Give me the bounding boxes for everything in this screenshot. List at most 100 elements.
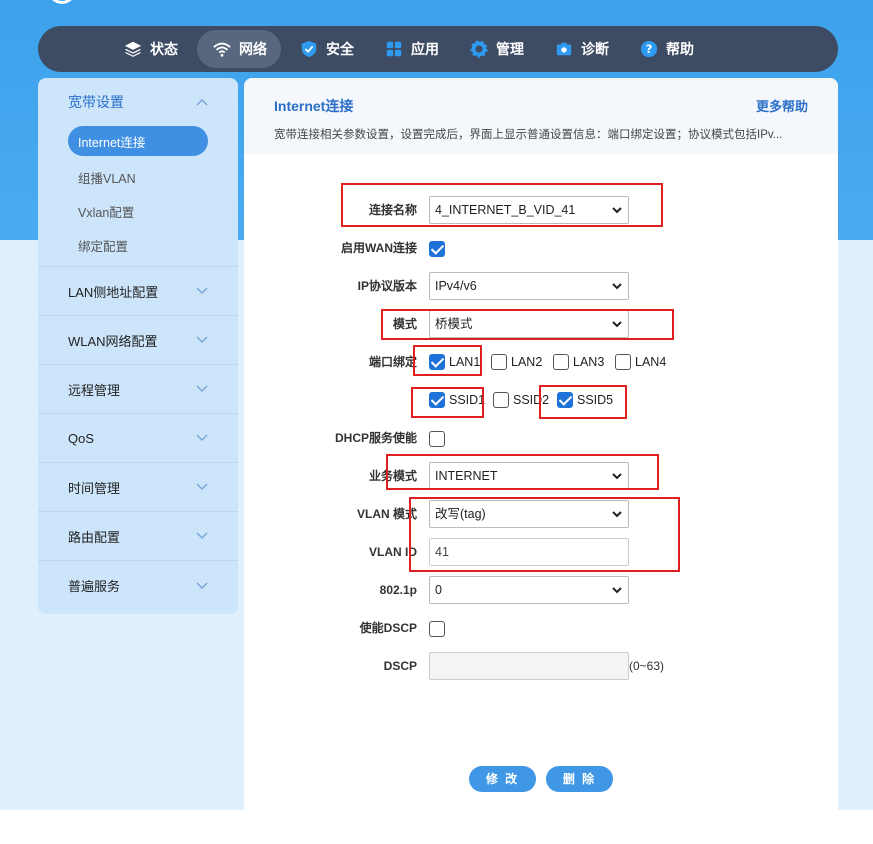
lan3-label: LAN3 xyxy=(573,355,605,369)
port-lan4[interactable]: LAN4 xyxy=(615,354,666,370)
sidebar-item-remote[interactable]: 远程管理 xyxy=(38,365,238,414)
nav-security[interactable]: 安全 xyxy=(288,30,366,68)
sidebar-item-wlan[interactable]: WLAN网络配置 xyxy=(38,316,238,365)
vlan-id-label: VLAN ID xyxy=(369,545,417,559)
port-lan3[interactable]: LAN3 xyxy=(553,354,604,370)
wan-enable-label: 启用WAN连接 xyxy=(341,241,417,255)
modify-button[interactable]: 修 改 xyxy=(469,766,536,792)
mode-label: 模式 xyxy=(392,317,417,331)
lan1-label: LAN1 xyxy=(449,355,481,369)
nav-network[interactable]: 网络 xyxy=(197,30,281,68)
sidebar-item-label: LAN侧地址配置 xyxy=(68,284,159,300)
nav-diagnose-label: 诊断 xyxy=(581,41,609,57)
sidebar-item-label: 时间管理 xyxy=(68,480,121,496)
service-mode-label: 业务模式 xyxy=(368,469,417,483)
lan2-checkbox[interactable] xyxy=(491,354,507,370)
chevron-down-icon xyxy=(196,287,208,295)
chevron-down-icon xyxy=(612,321,622,328)
port-ssid2[interactable]: SSID2 xyxy=(493,392,549,408)
vlan-mode-select[interactable]: 改写(tag) xyxy=(429,500,629,528)
conn-name-select[interactable]: 4_INTERNET_B_VID_41 xyxy=(429,196,629,224)
vlan-mode-value: 改写(tag) xyxy=(435,507,486,521)
p8021-label: 802.1p xyxy=(379,583,417,597)
sidebar-item-universal-service[interactable]: 普遍服务 xyxy=(38,561,238,610)
mode-value: 桥模式 xyxy=(435,317,473,331)
nav-apps-label: 应用 xyxy=(411,41,439,57)
sidebar-group-broadband: 宽带设置 Internet连接 组播VLAN Vxlan配置 绑定配置 xyxy=(38,78,238,267)
question-icon: ? xyxy=(640,40,658,58)
port-ssid1[interactable]: SSID1 xyxy=(429,392,485,408)
port-lan2[interactable]: LAN2 xyxy=(491,354,542,370)
sidebar-item-multicast-vlan[interactable]: 组播VLAN xyxy=(38,160,238,194)
ip-version-label: IP协议版本 xyxy=(357,279,417,293)
sidebar-group-broadband-header[interactable]: 宽带设置 xyxy=(38,78,238,126)
page-title: Internet连接 xyxy=(274,98,354,114)
vlan-id-input[interactable]: 41 xyxy=(429,538,629,566)
form-row-dscp: DSCP (0~63) xyxy=(244,651,838,681)
delete-button[interactable]: 删 除 xyxy=(546,766,613,792)
form-row-8021p: 802.1p 0 xyxy=(244,575,838,605)
dscp-label: DSCP xyxy=(383,659,417,673)
form-row-vlan-mode: VLAN 模式 改写(tag) xyxy=(244,499,838,529)
nav-help-label: 帮助 xyxy=(666,41,694,57)
service-mode-value: INTERNET xyxy=(435,469,498,483)
sidebar-item-route[interactable]: 路由配置 xyxy=(38,512,238,561)
ssid5-checkbox[interactable] xyxy=(557,392,573,408)
mode-select[interactable]: 桥模式 xyxy=(429,310,629,338)
port-ssid5[interactable]: SSID5 xyxy=(557,392,613,408)
nav-help[interactable]: ? 帮助 xyxy=(628,30,706,68)
form-row-dscp-enable: 使能DSCP xyxy=(244,613,838,643)
lan2-label: LAN2 xyxy=(511,355,543,369)
lan4-checkbox[interactable] xyxy=(615,354,631,370)
nav-status[interactable]: 状态 xyxy=(112,30,190,68)
sidebar-item-internet[interactable]: Internet连接 xyxy=(68,126,208,156)
lan1-checkbox[interactable] xyxy=(429,354,445,370)
form-row-wan-enable: 启用WAN连接 xyxy=(244,233,838,263)
chevron-down-icon xyxy=(196,581,208,589)
sidebar-item-time[interactable]: 时间管理 xyxy=(38,463,238,512)
sidebar-item-lan[interactable]: LAN侧地址配置 xyxy=(38,267,238,316)
chevron-down-icon xyxy=(196,483,208,491)
wan-enable-checkbox[interactable] xyxy=(429,240,445,257)
shield-icon xyxy=(301,40,317,58)
nav-diagnose[interactable]: 诊断 xyxy=(543,30,621,68)
sidebar-item-label: 路由配置 xyxy=(68,529,121,545)
ssid1-label: SSID1 xyxy=(449,393,486,407)
ip-version-value: IPv4/v6 xyxy=(435,279,477,293)
nav-network-label: 网络 xyxy=(239,41,267,57)
lan3-checkbox[interactable] xyxy=(553,354,569,370)
form-row-service-mode: 业务模式 INTERNET xyxy=(244,461,838,491)
ip-version-select[interactable]: IPv4/v6 xyxy=(429,272,629,300)
grid-icon xyxy=(386,41,402,57)
form-row-dhcp: DHCP服务使能 xyxy=(244,423,838,453)
page-description: 宽带连接相关参数设置，设置完成后，界面上显示普通设置信息：端口绑定设置；协议模式… xyxy=(274,129,783,141)
sidebar-item-binding[interactable]: 绑定配置 xyxy=(38,228,238,262)
wifi-icon xyxy=(213,42,231,57)
chevron-down-icon xyxy=(612,283,622,290)
sidebar-item-label: WLAN网络配置 xyxy=(68,333,158,349)
conn-name-value: 4_INTERNET_B_VID_41 xyxy=(435,203,576,217)
nav-manage-label: 管理 xyxy=(496,41,524,57)
dhcp-label: DHCP服务使能 xyxy=(334,431,417,445)
port-bind-label: 端口绑定 xyxy=(368,355,417,369)
dhcp-checkbox[interactable] xyxy=(429,430,445,447)
more-help-link[interactable]: 更多帮助 xyxy=(756,96,808,115)
port-lan1[interactable]: LAN1 xyxy=(429,354,480,370)
sidebar-item-qos[interactable]: QoS xyxy=(38,414,238,463)
nav-apps[interactable]: 应用 xyxy=(373,30,451,68)
sidebar-group-label: 宽带设置 xyxy=(68,94,124,110)
ssid2-checkbox[interactable] xyxy=(493,392,509,408)
sidebar-item-vxlan[interactable]: Vxlan配置 xyxy=(38,194,238,228)
sidebar-item-label: 普遍服务 xyxy=(68,579,121,594)
nav-manage[interactable]: 管理 xyxy=(458,30,536,68)
service-mode-select[interactable]: INTERNET xyxy=(429,462,629,490)
p8021-select[interactable]: 0 xyxy=(429,576,629,604)
ssid1-checkbox[interactable] xyxy=(429,392,445,408)
chevron-down-icon xyxy=(196,532,208,540)
form-row-mode: 模式 桥模式 xyxy=(244,309,838,339)
dscp-input[interactable] xyxy=(429,652,629,680)
sidebar-item-label: 远程管理 xyxy=(68,382,121,398)
form-row-ssid: SSID1 SSID2 SSID5 xyxy=(244,385,838,415)
form-row-ip-version: IP协议版本 IPv4/v6 xyxy=(244,271,838,301)
dscp-enable-checkbox[interactable] xyxy=(429,620,445,637)
